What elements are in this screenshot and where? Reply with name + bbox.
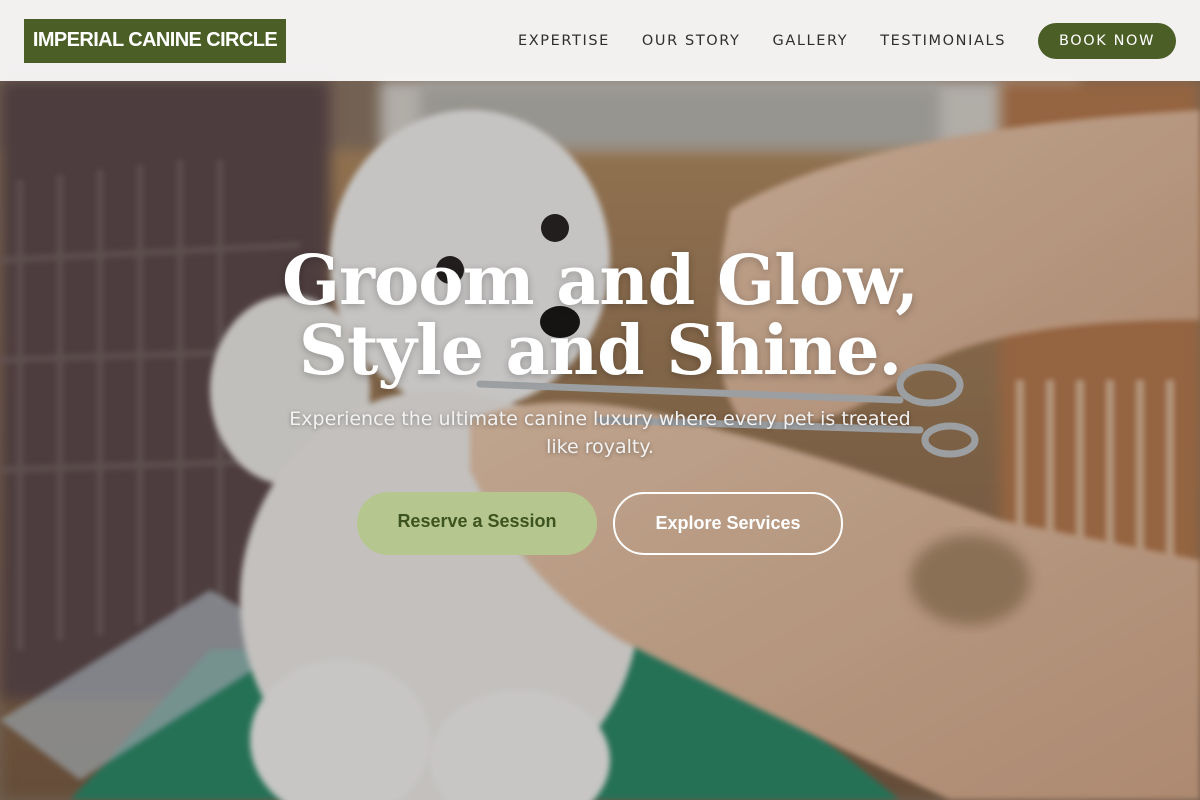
nav-link-our-story[interactable]: OUR STORY	[642, 33, 741, 49]
nav-link-gallery[interactable]: GALLERY	[773, 33, 849, 49]
book-now-button[interactable]: BOOK NOW	[1038, 22, 1176, 59]
brand-logo[interactable]: IMPERIAL CANINE CIRCLE	[24, 18, 286, 63]
hero-headline-line-1: Groom and Glow,	[282, 241, 919, 321]
main-nav: EXPERTISE OUR STORY GALLERY TESTIMONIALS…	[518, 22, 1176, 59]
nav-link-testimonials[interactable]: TESTIMONIALS	[880, 33, 1006, 49]
hero-headline: Groom and Glow, Style and Shine.	[100, 246, 1100, 386]
nav-link-expertise[interactable]: EXPERTISE	[518, 33, 610, 49]
reserve-session-button[interactable]: Reserve a Session	[357, 492, 597, 555]
hero-headline-line-2: Style and Shine.	[298, 311, 902, 391]
site-header: IMPERIAL CANINE CIRCLE EXPERTISE OUR STO…	[0, 0, 1200, 81]
hero-content: Groom and Glow, Style and Shine. Experie…	[0, 0, 1200, 800]
hero-subtitle: Experience the ultimate canine luxury wh…	[289, 408, 911, 458]
explore-services-button[interactable]: Explore Services	[613, 492, 843, 555]
hero-section: IMPERIAL CANINE CIRCLE EXPERTISE OUR STO…	[0, 0, 1200, 800]
